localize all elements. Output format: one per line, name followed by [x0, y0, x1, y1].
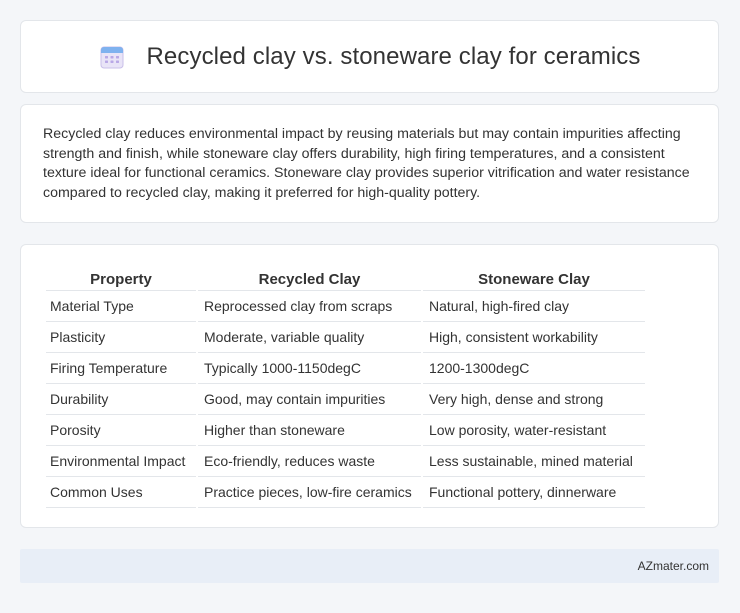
table-cell: Good, may contain impurities [198, 384, 421, 415]
table-cell: High, consistent workability [423, 322, 645, 353]
header-property: Property [46, 265, 196, 291]
table-header-row: Property Recycled Clay Stoneware Clay [46, 265, 645, 291]
table-cell: Less sustainable, mined material [423, 446, 645, 477]
table-cell: Environmental Impact [46, 446, 196, 477]
table-cell: Eco-friendly, reduces waste [198, 446, 421, 477]
table-cell: Plasticity [46, 322, 196, 353]
table-cell: Natural, high-fired clay [423, 291, 645, 322]
table-row: Material Type Reprocessed clay from scra… [46, 291, 645, 322]
table-cell: Durability [46, 384, 196, 415]
table-cell: 1200-1300degC [423, 353, 645, 384]
table-row: Environmental Impact Eco-friendly, reduc… [46, 446, 645, 477]
title-card: Recycled clay vs. stoneware clay for cer… [20, 20, 719, 93]
title-wrap: Recycled clay vs. stoneware clay for cer… [99, 43, 641, 71]
table-cell: Practice pieces, low-fire ceramics [198, 477, 421, 508]
table-cell: Firing Temperature [46, 353, 196, 384]
page-title: Recycled clay vs. stoneware clay for cer… [146, 42, 641, 70]
table-row: Durability Good, may contain impurities … [46, 384, 645, 415]
comparison-table-card: Property Recycled Clay Stoneware Clay Ma… [20, 244, 719, 528]
table-cell: Common Uses [46, 477, 196, 508]
table-cell: Reprocessed clay from scraps [198, 291, 421, 322]
header-stoneware-clay: Stoneware Clay [423, 265, 645, 291]
calendar-icon [99, 44, 125, 70]
table-row: Firing Temperature Typically 1000-1150de… [46, 353, 645, 384]
summary-card: Recycled clay reduces environmental impa… [20, 104, 719, 223]
comparison-table: Property Recycled Clay Stoneware Clay Ma… [44, 265, 647, 508]
table-cell: Low porosity, water-resistant [423, 415, 645, 446]
table-row: Porosity Higher than stoneware Low poros… [46, 415, 645, 446]
table-cell: Moderate, variable quality [198, 322, 421, 353]
footer-bar: AZmater.com [20, 549, 719, 583]
header-recycled-clay: Recycled Clay [198, 265, 421, 291]
table-cell: Functional pottery, dinnerware [423, 477, 645, 508]
table-cell: Typically 1000-1150degC [198, 353, 421, 384]
footer-brand[interactable]: AZmater.com [638, 559, 709, 573]
summary-text: Recycled clay reduces environmental impa… [43, 126, 690, 201]
table-row: Common Uses Practice pieces, low-fire ce… [46, 477, 645, 508]
table-cell: Material Type [46, 291, 196, 322]
table-row: Plasticity Moderate, variable quality Hi… [46, 322, 645, 353]
table-cell: Very high, dense and strong [423, 384, 645, 415]
table-cell: Higher than stoneware [198, 415, 421, 446]
table-cell: Porosity [46, 415, 196, 446]
